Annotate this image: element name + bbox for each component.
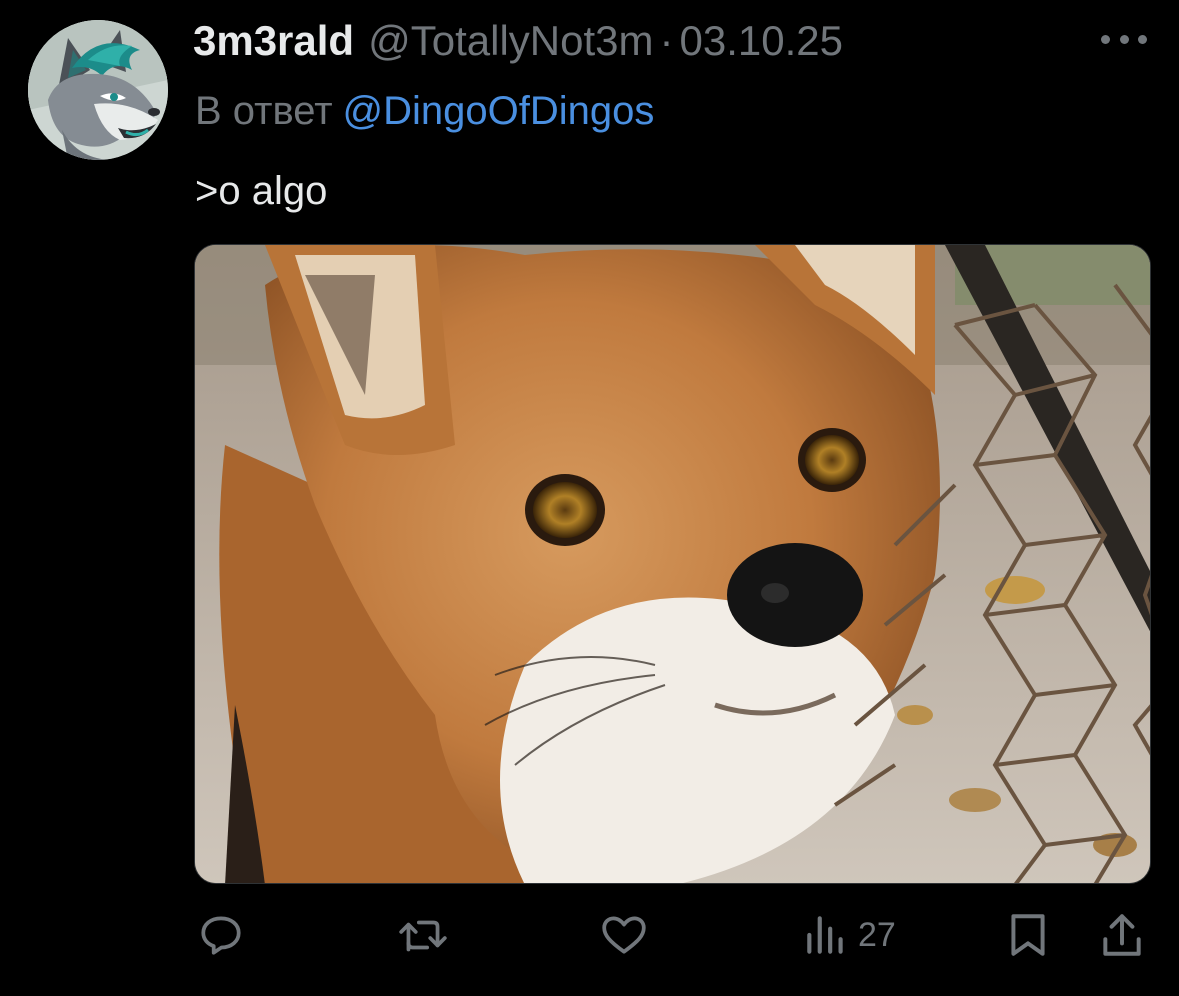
tweet-header: 3m3rald @TotallyNot3m · 03.10.25 <box>193 16 843 66</box>
heart-icon <box>602 916 646 954</box>
bookmark-icon <box>1011 914 1045 956</box>
views-button[interactable]: 27 <box>804 905 896 965</box>
tweet-media-photo[interactable] <box>194 244 1151 884</box>
more-dots-icon[interactable] <box>1101 24 1147 54</box>
tweet-date[interactable]: 03.10.25 <box>679 16 843 66</box>
views-count: 27 <box>858 915 896 954</box>
reply-prefix: В ответ <box>195 89 333 133</box>
action-bar: 27 <box>0 905 1179 965</box>
more-dot <box>1138 34 1147 44</box>
more-dot <box>1119 34 1129 44</box>
reply-icon <box>201 916 241 955</box>
reply-to-link[interactable]: @DingoOfDingos <box>343 89 655 133</box>
fox-photo <box>195 245 1150 883</box>
user-handle[interactable]: @TotallyNot3m <box>368 16 653 66</box>
reply-button[interactable] <box>196 905 246 965</box>
avatar[interactable] <box>28 20 168 160</box>
share-icon <box>1103 914 1141 956</box>
like-button[interactable] <box>598 905 650 965</box>
more-dot <box>1101 34 1110 44</box>
reply-context: В ответ @DingoOfDingos <box>195 86 654 136</box>
retweet-icon <box>399 920 447 952</box>
retweet-button[interactable] <box>396 905 450 965</box>
display-name[interactable]: 3m3rald <box>193 16 354 66</box>
share-button[interactable] <box>1100 905 1144 965</box>
bookmark-button[interactable] <box>1006 905 1050 965</box>
wolf-avatar-image <box>28 20 168 160</box>
tweet-text: >o algo <box>195 169 328 213</box>
separator-dot: · <box>659 17 674 64</box>
views-bar-chart-icon <box>807 916 843 954</box>
